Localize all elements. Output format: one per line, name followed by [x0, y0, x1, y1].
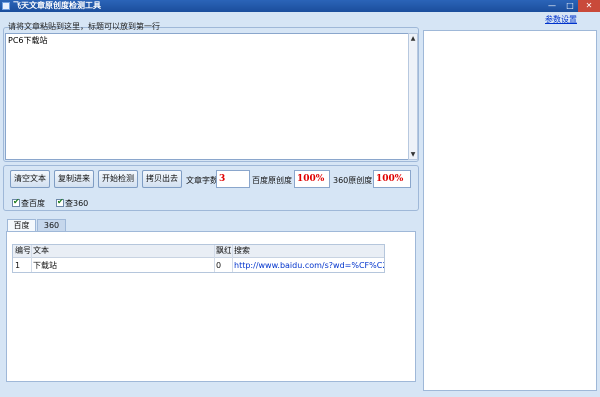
- word-count-field[interactable]: 3: [216, 170, 250, 188]
- check-baidu-label: 查百度: [21, 199, 45, 208]
- clear-text-button[interactable]: 清空文本: [10, 170, 50, 188]
- baidu-originality-field[interactable]: 100%: [294, 170, 330, 188]
- scroll-up-icon[interactable]: ▲: [409, 34, 417, 43]
- baidu-originality-label: 百度原创度: [252, 176, 292, 185]
- check-360-option[interactable]: ✔ 查360: [56, 197, 89, 209]
- param-settings-link[interactable]: 参数设置: [545, 14, 577, 25]
- column-header-search[interactable]: 搜索: [234, 245, 384, 257]
- check-baidu-checkbox[interactable]: ✔: [12, 197, 20, 207]
- results-table: 编号 文本 飘红 搜索 1 下载站 0 http://www.baidu.com…: [12, 244, 385, 273]
- title-bar: 飞天文章原创度检测工具 — □ ✕: [0, 0, 600, 12]
- table-cell-text: 下载站: [33, 261, 57, 270]
- article-textarea[interactable]: PC6下载站: [5, 33, 409, 160]
- copy-out-button[interactable]: 拷贝出去: [142, 170, 182, 188]
- column-divider: [31, 245, 32, 272]
- tab-360[interactable]: 360: [37, 219, 66, 231]
- scroll-down-icon[interactable]: ▼: [409, 150, 417, 159]
- maximize-button[interactable]: □: [562, 0, 578, 12]
- tab-baidu[interactable]: 百度: [7, 219, 36, 231]
- s360-originality-label: 360原创度: [333, 176, 373, 185]
- table-cell-red: 0: [216, 261, 222, 270]
- word-count-label: 文章字数: [186, 176, 218, 185]
- column-header-id[interactable]: 编号: [15, 245, 30, 257]
- close-button[interactable]: ✕: [578, 0, 600, 12]
- app-icon: [2, 2, 10, 10]
- minimize-button[interactable]: —: [544, 0, 560, 12]
- check-360-checkbox[interactable]: ✔: [56, 197, 64, 207]
- check-360-label: 查360: [65, 199, 89, 208]
- paste-in-button[interactable]: 复制进来: [54, 170, 94, 188]
- checkmark-icon: ✔: [13, 197, 20, 206]
- table-cell-id: 1: [15, 261, 21, 270]
- input-group-label: 请将文章粘贴到这里，标题可以放到第一行: [8, 22, 160, 31]
- search-url-link[interactable]: http://www.baidu.com/s?wd=%CF%C2%D4%D8%D…: [234, 260, 384, 272]
- check-baidu-option[interactable]: ✔ 查百度: [12, 197, 45, 209]
- article-scrollbar[interactable]: ▲ ▼: [408, 33, 418, 160]
- right-panel: [423, 30, 597, 391]
- column-header-text[interactable]: 文本: [33, 245, 213, 257]
- checkmark-icon: ✔: [57, 197, 64, 206]
- column-divider: [232, 245, 233, 272]
- s360-originality-field[interactable]: 100%: [373, 170, 411, 188]
- column-header-red[interactable]: 飘红: [216, 245, 231, 257]
- start-check-button[interactable]: 开始检测: [98, 170, 138, 188]
- column-divider: [214, 245, 215, 272]
- window-title: 飞天文章原创度检测工具: [13, 1, 101, 10]
